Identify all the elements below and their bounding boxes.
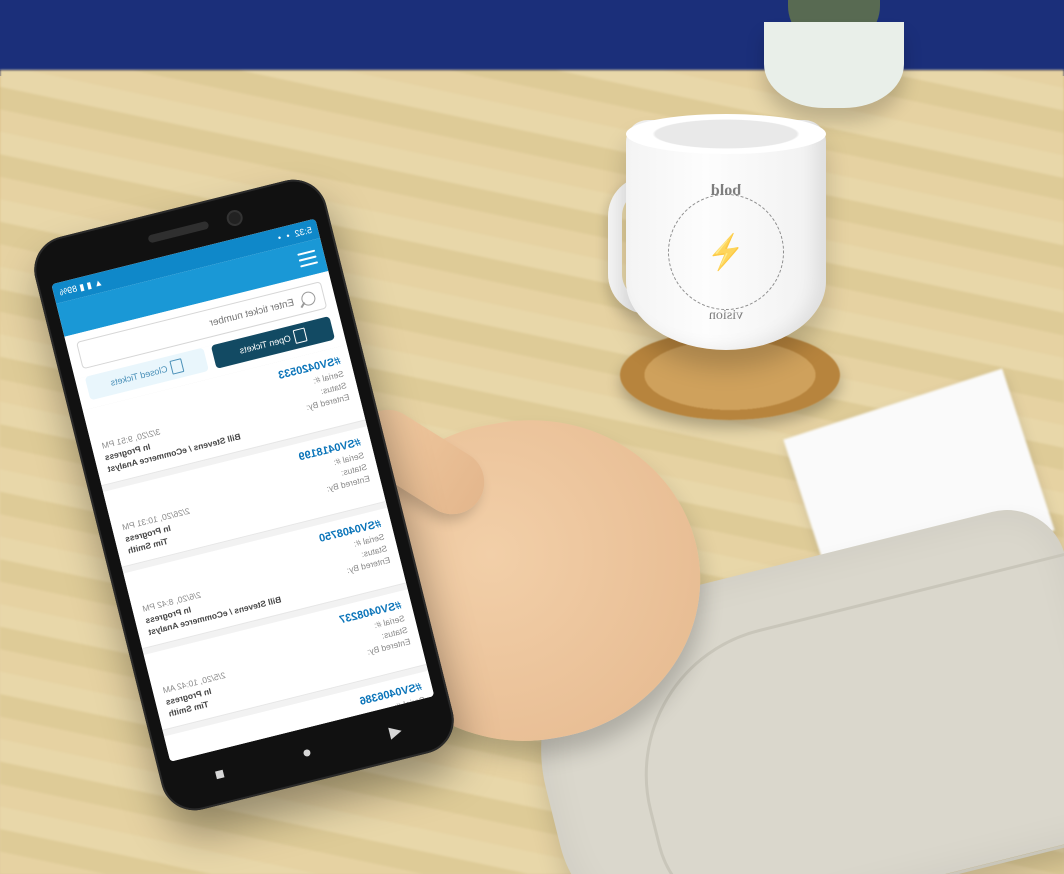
nav-back-icon[interactable]: ◀ <box>387 720 404 742</box>
serial-value <box>138 592 140 602</box>
battery-percent: 89% <box>58 283 78 297</box>
wifi-icon: ▲ <box>93 277 104 289</box>
search-icon <box>300 290 317 307</box>
coffee-mug: bold ⚡ vision <box>608 120 838 368</box>
phone-speaker <box>147 221 209 244</box>
phone-front-camera <box>225 208 244 227</box>
signal-icon: ▮ <box>85 279 92 290</box>
tab-label: Closed Tickets <box>109 364 168 388</box>
serial-value <box>159 674 161 684</box>
scene: bold ⚡ vision 5:32 • • ▲ <box>0 0 1064 874</box>
notification-dot-icon: • <box>277 233 282 243</box>
mug-word-bottom: vision <box>660 308 792 324</box>
mug-logo: bold ⚡ vision <box>660 186 792 318</box>
notification-dot-icon: • <box>285 230 290 240</box>
serial-value <box>98 429 100 439</box>
plant-pot <box>754 0 914 108</box>
status-time: 5:32 <box>294 225 313 239</box>
ticket-icon <box>170 358 185 374</box>
battery-icon: ▮ <box>78 281 85 292</box>
nav-recent-icon[interactable]: ■ <box>213 765 227 785</box>
ticket-icon <box>293 327 308 343</box>
menu-hamburger-icon[interactable] <box>297 250 318 268</box>
serial-value <box>118 511 120 521</box>
serial-value <box>179 755 181 761</box>
tab-label: Open Tickets <box>239 333 292 355</box>
lightning-bolt-icon: ⚡ <box>704 230 749 273</box>
mug-word-top: bold <box>660 182 792 200</box>
nav-home-icon[interactable]: ● <box>300 744 314 764</box>
